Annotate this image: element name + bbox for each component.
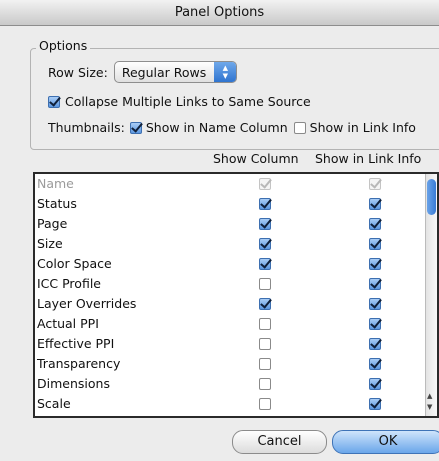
show-column-checkbox[interactable]: [259, 198, 271, 210]
list-item: Status: [35, 194, 428, 214]
show-in-link-info-checkbox[interactable]: [369, 338, 381, 350]
show-column-checkbox[interactable]: [259, 278, 271, 290]
list-item-label: Size: [37, 236, 63, 251]
thumb-link-info-checkbox[interactable]: [293, 121, 306, 134]
list-item-label: Effective PPI: [37, 336, 115, 351]
list-item-label: Actual PPI: [37, 316, 99, 331]
window-title: Panel Options: [174, 5, 265, 20]
show-in-link-info-checkbox: [369, 178, 381, 190]
row-size-popup[interactable]: Regular Rows ▲ ▼: [113, 61, 238, 83]
list-item: Dimensions: [35, 374, 428, 394]
show-column-checkbox[interactable]: [259, 358, 271, 370]
thumbnails-row: Thumbnails: Show in Name Column Show in …: [48, 120, 416, 135]
column-options-list: ▲ ▼ Name Status Page Size Color Space ICC Pro…: [33, 172, 439, 418]
list-item-label: Layer Overrides: [37, 296, 137, 311]
show-column-checkbox[interactable]: [259, 318, 271, 330]
list-item-label: Page: [37, 216, 68, 231]
thumb-name-column-label: Show in Name Column: [145, 120, 288, 135]
list-item: Page: [35, 214, 428, 234]
show-in-link-info-header: Show in Link Info: [315, 151, 422, 166]
show-column-checkbox: [259, 178, 271, 190]
list-item: Size: [35, 234, 428, 254]
window-title-bar: Panel Options: [0, 0, 439, 26]
list-item: Layer Overrides: [35, 294, 428, 314]
show-column-checkbox[interactable]: [259, 238, 271, 250]
thumbnails-label: Thumbnails:: [48, 120, 125, 135]
show-column-checkbox[interactable]: [259, 378, 271, 390]
show-in-link-info-checkbox[interactable]: [369, 378, 381, 390]
thumb-name-column-checkbox[interactable]: [129, 121, 142, 134]
cancel-button[interactable]: Cancel: [232, 430, 327, 454]
list-item: ICC Profile: [35, 274, 428, 294]
thumb-link-info-label: Show in Link Info: [309, 120, 416, 135]
show-column-checkbox[interactable]: [259, 218, 271, 230]
list-item-label: Name: [37, 176, 74, 191]
show-in-link-info-checkbox[interactable]: [369, 278, 381, 290]
show-in-link-info-checkbox[interactable]: [369, 358, 381, 370]
row-size-value: Regular Rows: [121, 64, 207, 80]
show-in-link-info-checkbox[interactable]: [369, 318, 381, 330]
list-item-label: Dimensions: [37, 376, 110, 391]
show-in-link-info-checkbox[interactable]: [369, 258, 381, 270]
row-size-label: Row Size:: [48, 64, 108, 80]
show-in-link-info-checkbox[interactable]: [369, 198, 381, 210]
cancel-button-label: Cancel: [257, 434, 302, 449]
show-column-checkbox[interactable]: [259, 298, 271, 310]
row-size-row: Row Size: Regular Rows ▲ ▼: [48, 61, 238, 83]
collapse-links-row: Collapse Multiple Links to Same Source: [48, 94, 311, 109]
ok-button[interactable]: OK: [332, 430, 439, 454]
show-in-link-info-checkbox[interactable]: [369, 218, 381, 230]
collapse-links-label: Collapse Multiple Links to Same Source: [65, 94, 311, 109]
show-in-link-info-checkbox[interactable]: [369, 298, 381, 310]
show-in-link-info-checkbox[interactable]: [369, 398, 381, 410]
list-item: Scale: [35, 394, 428, 414]
list-item: Effective PPI: [35, 334, 428, 354]
list-item: Transparency: [35, 354, 428, 374]
options-legend: Options: [36, 38, 91, 53]
show-in-link-info-checkbox[interactable]: [369, 238, 381, 250]
list-item: Actual PPI: [35, 314, 428, 334]
scrollbar-thumb[interactable]: [427, 179, 436, 215]
collapse-links-checkbox[interactable]: [48, 95, 60, 108]
list-item-label: Transparency: [37, 356, 121, 371]
popup-arrows-icon: ▲ ▼: [214, 62, 237, 82]
show-column-checkbox[interactable]: [259, 258, 271, 270]
show-column-checkbox[interactable]: [259, 338, 271, 350]
show-column-header: Show Column: [213, 151, 299, 166]
list-item-label: ICC Profile: [37, 276, 101, 291]
list-item-label: Color Space: [37, 256, 112, 271]
list-item: Color Space: [35, 254, 428, 274]
list-item-label: Status: [37, 196, 77, 211]
list-item-label: Scale: [37, 396, 71, 411]
ok-button-label: OK: [378, 434, 398, 449]
show-column-checkbox[interactable]: [259, 398, 271, 410]
list-item: Name: [35, 174, 428, 194]
